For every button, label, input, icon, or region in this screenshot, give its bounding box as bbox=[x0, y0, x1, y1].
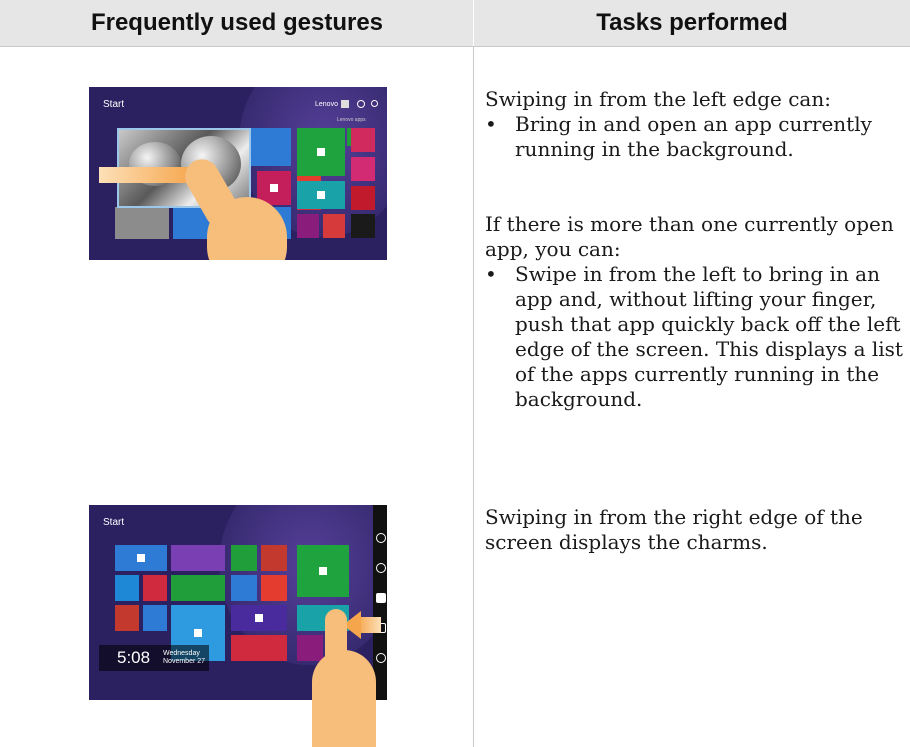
tasks-column-header: Tasks performed bbox=[596, 9, 788, 36]
charms-bar bbox=[373, 505, 387, 700]
tile bbox=[231, 545, 257, 571]
user-name-label: Lenovo bbox=[315, 101, 338, 108]
search-charm-icon bbox=[376, 533, 386, 543]
store-icon bbox=[319, 567, 327, 575]
clock-day: Wednesday bbox=[163, 650, 200, 657]
bullet-icon: • bbox=[485, 262, 497, 286]
store-tile bbox=[297, 128, 345, 176]
tile bbox=[251, 128, 291, 166]
store-tile bbox=[297, 545, 349, 597]
settings-charm-icon bbox=[376, 653, 386, 663]
tile bbox=[351, 186, 375, 210]
tile bbox=[143, 605, 167, 631]
start-screen-label: Start bbox=[103, 99, 125, 110]
tile bbox=[297, 635, 323, 661]
start-screen-label: Start bbox=[103, 517, 125, 528]
avatar-icon bbox=[341, 100, 349, 108]
tile-icon bbox=[317, 191, 325, 199]
gestures-column-header: Frequently used gestures bbox=[90, 9, 384, 36]
tile bbox=[261, 545, 287, 571]
lock-clock: 5:08 Wednesday November 27 bbox=[99, 645, 209, 671]
swipe-arrow bbox=[99, 167, 195, 183]
tile-group-label: Lenovo apps bbox=[337, 117, 366, 123]
clock-date: Wednesday November 27 bbox=[163, 650, 205, 666]
ie-tile bbox=[231, 575, 257, 601]
tile bbox=[115, 605, 139, 631]
hand-icon bbox=[312, 650, 376, 747]
tile bbox=[231, 605, 287, 631]
clock-time: 5:08 bbox=[117, 648, 151, 667]
tile bbox=[297, 181, 345, 209]
tile bbox=[261, 575, 287, 601]
table-header: Frequently used gestures Tasks performed bbox=[0, 0, 910, 47]
swipe-left-illustration: Start Lenovo Lenovo apps bbox=[89, 87, 387, 260]
tile bbox=[351, 214, 375, 238]
clock-date-text: November 27 bbox=[163, 658, 206, 665]
search-icon bbox=[371, 100, 378, 107]
row1-bullet-2-text: Swipe in from the left to bring in an ap… bbox=[515, 262, 903, 411]
finance-tile bbox=[171, 575, 225, 601]
people-tile bbox=[143, 575, 167, 601]
store-icon bbox=[317, 148, 325, 156]
trophy-icon bbox=[255, 614, 263, 622]
column-divider bbox=[473, 46, 474, 747]
share-charm-icon bbox=[376, 563, 386, 573]
power-icon bbox=[357, 100, 365, 108]
tile bbox=[231, 635, 287, 661]
row1-intro-2: If there is more than one currently open… bbox=[485, 212, 894, 261]
bullet-icon: • bbox=[485, 112, 497, 136]
skype-tile bbox=[115, 575, 139, 601]
tile bbox=[351, 157, 375, 181]
tile bbox=[351, 128, 375, 152]
row1-intro: Swiping in from the left edge can: bbox=[485, 87, 831, 111]
tile bbox=[297, 214, 319, 238]
mail-tile bbox=[115, 545, 167, 571]
tile-icon bbox=[270, 184, 278, 192]
photo-tile bbox=[115, 207, 169, 239]
tile bbox=[171, 545, 225, 571]
sun-icon bbox=[194, 629, 202, 637]
row2-text: Swiping in from the right edge of the sc… bbox=[485, 505, 863, 554]
row1-bullet-text: Bring in and open an app currently runni… bbox=[515, 112, 872, 161]
tile bbox=[323, 214, 345, 238]
header-divider bbox=[473, 0, 474, 46]
start-charm-icon bbox=[376, 593, 386, 603]
mail-icon bbox=[137, 554, 145, 562]
